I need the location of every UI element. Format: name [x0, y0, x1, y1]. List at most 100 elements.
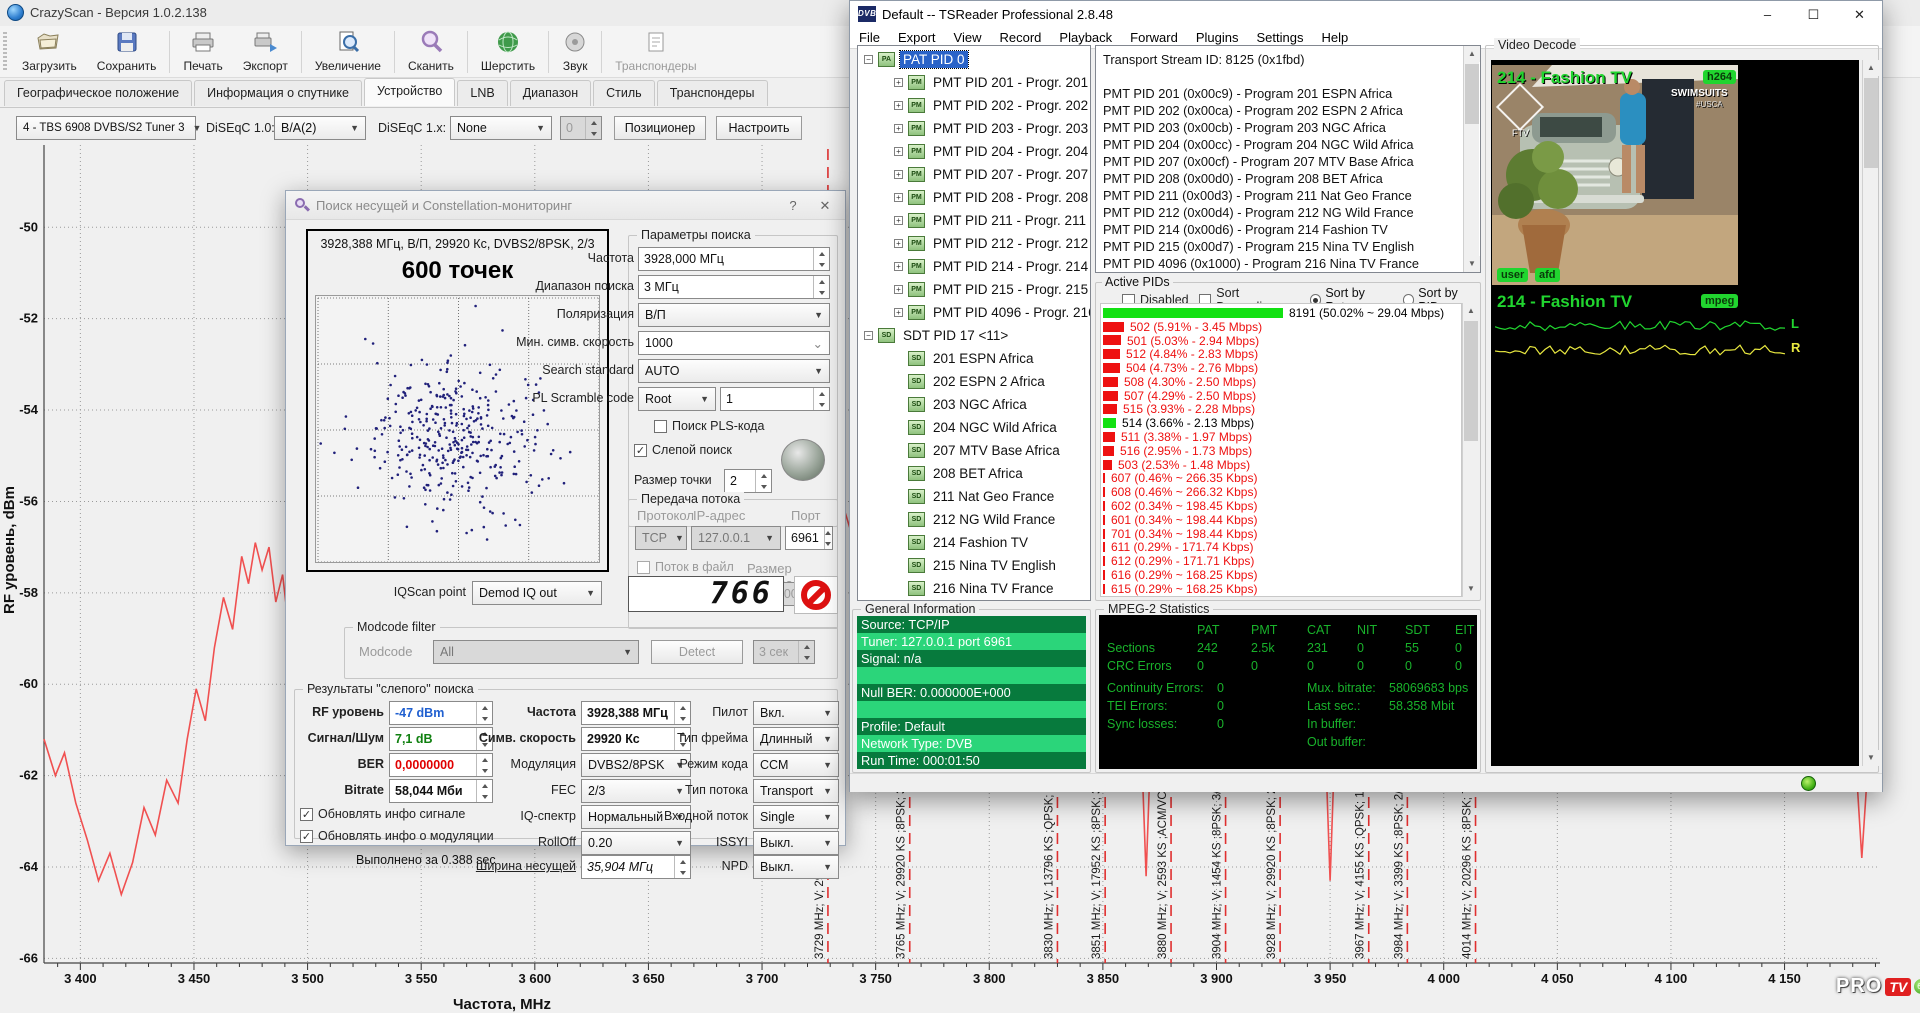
tab-устройство[interactable]: Устройство: [364, 78, 455, 106]
tab-географическое-положение[interactable]: Географическое положение: [4, 80, 192, 106]
collapse-icon[interactable]: −: [864, 331, 873, 340]
maximize-button[interactable]: ☐: [1791, 1, 1836, 28]
toolbar-button-6[interactable]: Сканить: [398, 27, 464, 77]
dialog-close-button[interactable]: ✕: [815, 197, 835, 215]
tree-item[interactable]: SD211 Nat Geo France: [858, 485, 1090, 508]
pid-row[interactable]: 511 (3.38% - 1.97 Mbps): [1103, 430, 1461, 444]
issyi-select[interactable]: Выкл.▼: [753, 831, 839, 855]
toolbar-button-1[interactable]: Загрузить: [12, 27, 87, 77]
pid-row[interactable]: 615 (0.29% ~ 168.25 Kbps): [1103, 582, 1461, 596]
pls-search-checkbox[interactable]: Поиск PLS-кода: [654, 419, 764, 433]
min-symbolrate-combo[interactable]: 1000⌄: [638, 331, 830, 355]
diseqc1x-select[interactable]: None▼: [450, 116, 552, 140]
expand-icon[interactable]: +: [894, 78, 903, 87]
detect-button[interactable]: Detect: [651, 640, 743, 664]
input-stream-select[interactable]: Single▼: [753, 805, 839, 829]
scroll-down-icon[interactable]: ▼: [1464, 256, 1480, 272]
toolbar-button-9[interactable]: Транспондеры: [605, 27, 706, 77]
expand-icon[interactable]: +: [894, 262, 903, 271]
pid-row[interactable]: 612 (0.29% - 171.71 Kbps): [1103, 554, 1461, 568]
pid-row[interactable]: 508 (4.30% - 2.50 Mbps): [1103, 375, 1461, 389]
iqscan-select[interactable]: Demod IQ out▼: [472, 581, 602, 605]
tree-item[interactable]: +PMPMT PID 4096 - Progr. 216: [858, 301, 1090, 324]
blind-search-checkbox[interactable]: ✓ Слепой поиск: [634, 443, 732, 457]
tree-item[interactable]: SD207 MTV Base Africa: [858, 439, 1090, 462]
ip-select[interactable]: 127.0.0.1▼: [691, 526, 781, 550]
tree-item[interactable]: −SDSDT PID 17 <11>: [858, 324, 1090, 347]
pid-row[interactable]: 512 (4.84% - 2.83 Mbps): [1103, 347, 1461, 361]
blind-search-globe-icon[interactable]: [781, 439, 825, 481]
tab-диапазон[interactable]: Диапазон: [510, 80, 591, 106]
pid-row[interactable]: 601 (0.34% ~ 198.44 Kbps): [1103, 513, 1461, 527]
toolbar-button-5[interactable]: Увеличение: [305, 27, 391, 77]
tab-lnb[interactable]: LNB: [457, 80, 507, 106]
tree-item[interactable]: +PMPMT PID 204 - Progr. 204: [858, 140, 1090, 163]
pid-row[interactable]: 611 (0.29% - 171.74 Kbps): [1103, 541, 1461, 555]
collapse-icon[interactable]: −: [864, 55, 873, 64]
tree-item[interactable]: +PMPMT PID 207 - Progr. 207: [858, 163, 1090, 186]
tuner-select[interactable]: 4 - TBS 6908 DVBS/S2 Tuner 3▼: [16, 116, 196, 140]
scroll-thumb[interactable]: [1864, 78, 1878, 168]
pid-row[interactable]: 514 (3.66% - 2.13 Mbps): [1103, 416, 1461, 430]
tree-item[interactable]: SD215 Nina TV English: [858, 554, 1090, 577]
protocol-select[interactable]: TCP▼: [635, 526, 687, 550]
video-scrollbar[interactable]: ▲ ▼: [1862, 60, 1878, 766]
configure-button[interactable]: Настроить: [716, 116, 802, 140]
scroll-down-icon[interactable]: ▼: [1863, 750, 1879, 766]
toolbar-button-4[interactable]: Экспорт: [233, 27, 298, 77]
tree-item[interactable]: +PMPMT PID 211 - Progr. 211: [858, 209, 1090, 232]
tree-item[interactable]: +CACAT PID 1: [858, 600, 1090, 601]
expand-icon[interactable]: +: [894, 170, 903, 179]
expand-icon[interactable]: +: [894, 216, 903, 225]
frame-type-select[interactable]: Длинный▼: [753, 727, 839, 751]
stop-button[interactable]: [794, 576, 838, 614]
modcode-select[interactable]: All▼: [433, 640, 639, 664]
tree-item[interactable]: +PMPMT PID 214 - Progr. 214: [858, 255, 1090, 278]
tree-item[interactable]: SD214 Fashion TV: [858, 531, 1090, 554]
tab-информация-о-спутнике[interactable]: Информация о спутнике: [194, 80, 362, 106]
expand-icon[interactable]: +: [894, 285, 903, 294]
video-decode-pane[interactable]: 214 - Fashion TV h264 SWIMSUITS #USCA FT…: [1491, 60, 1859, 766]
tsinfo-scrollbar[interactable]: ▲ ▼: [1463, 46, 1479, 272]
search-standard-select[interactable]: AUTO▼: [638, 359, 830, 383]
tree-item[interactable]: +PMPMT PID 203 - Progr. 203: [858, 117, 1090, 140]
polarization-select[interactable]: В/П▼: [638, 303, 830, 327]
tree-item[interactable]: SD212 NG Wild France: [858, 508, 1090, 531]
tree-item[interactable]: SD203 NGC Africa: [858, 393, 1090, 416]
pid-row[interactable]: 701 (0.34% ~ 198.44 Kbps): [1103, 527, 1461, 541]
scroll-up-icon[interactable]: ▲: [1863, 60, 1879, 76]
stream-type-select[interactable]: Transport▼: [753, 779, 839, 803]
expand-icon[interactable]: +: [894, 147, 903, 156]
scroll-up-icon[interactable]: ▲: [1464, 46, 1480, 62]
expand-icon[interactable]: +: [894, 193, 903, 202]
pl-mode-select[interactable]: Root▼: [638, 387, 716, 411]
pid-row[interactable]: 503 (2.53% - 1.48 Mbps): [1103, 458, 1461, 472]
toolbar-button-8[interactable]: Звук: [552, 27, 598, 77]
diseqc10-select[interactable]: B/A(2)▼: [274, 116, 366, 140]
tree-item[interactable]: +PMPMT PID 201 - Progr. 201: [858, 71, 1090, 94]
dialog-help-button[interactable]: ?: [783, 197, 803, 215]
pid-row[interactable]: 516 (2.95% - 1.73 Mbps): [1103, 444, 1461, 458]
tree-item[interactable]: SD216 Nina TV France: [858, 577, 1090, 600]
update-modulation-checkbox[interactable]: ✓ Обновлять инфо о модуляции: [300, 829, 494, 843]
scroll-down-icon[interactable]: ▼: [1463, 581, 1479, 597]
tree-item[interactable]: +PMPMT PID 208 - Progr. 208: [858, 186, 1090, 209]
minimize-button[interactable]: –: [1745, 1, 1790, 28]
pidlist-scrollbar[interactable]: ▲ ▼: [1462, 303, 1478, 597]
tree-item[interactable]: SD204 NGC Wild Africa: [858, 416, 1090, 439]
close-button[interactable]: ✕: [1837, 1, 1882, 28]
port-stepper[interactable]: 6961: [785, 526, 833, 550]
update-signal-checkbox[interactable]: ✓ Обновлять инфо сигнале: [300, 807, 465, 821]
scroll-thumb[interactable]: [1465, 64, 1479, 124]
pid-row[interactable]: 8191 (50.02% ~ 29.04 Mbps): [1103, 306, 1461, 320]
tree-item[interactable]: SD201 ESPN Africa: [858, 347, 1090, 370]
tree-item[interactable]: −PAPAT PID 0: [858, 48, 1090, 71]
tsreader-titlebar[interactable]: DVB Default -- TSReader Professional 2.8…: [850, 1, 1882, 28]
pid-row[interactable]: 501 (5.03% - 2.94 Mbps): [1103, 334, 1461, 348]
scroll-up-icon[interactable]: ▲: [1463, 303, 1479, 319]
pid-row[interactable]: 507 (4.29% - 2.50 Mbps): [1103, 389, 1461, 403]
positioner-button[interactable]: Позиционер: [614, 116, 706, 140]
tab-стиль[interactable]: Стиль: [593, 80, 655, 106]
expand-icon[interactable]: +: [894, 308, 903, 317]
toolbar-button-7[interactable]: Шерстить: [471, 27, 545, 77]
